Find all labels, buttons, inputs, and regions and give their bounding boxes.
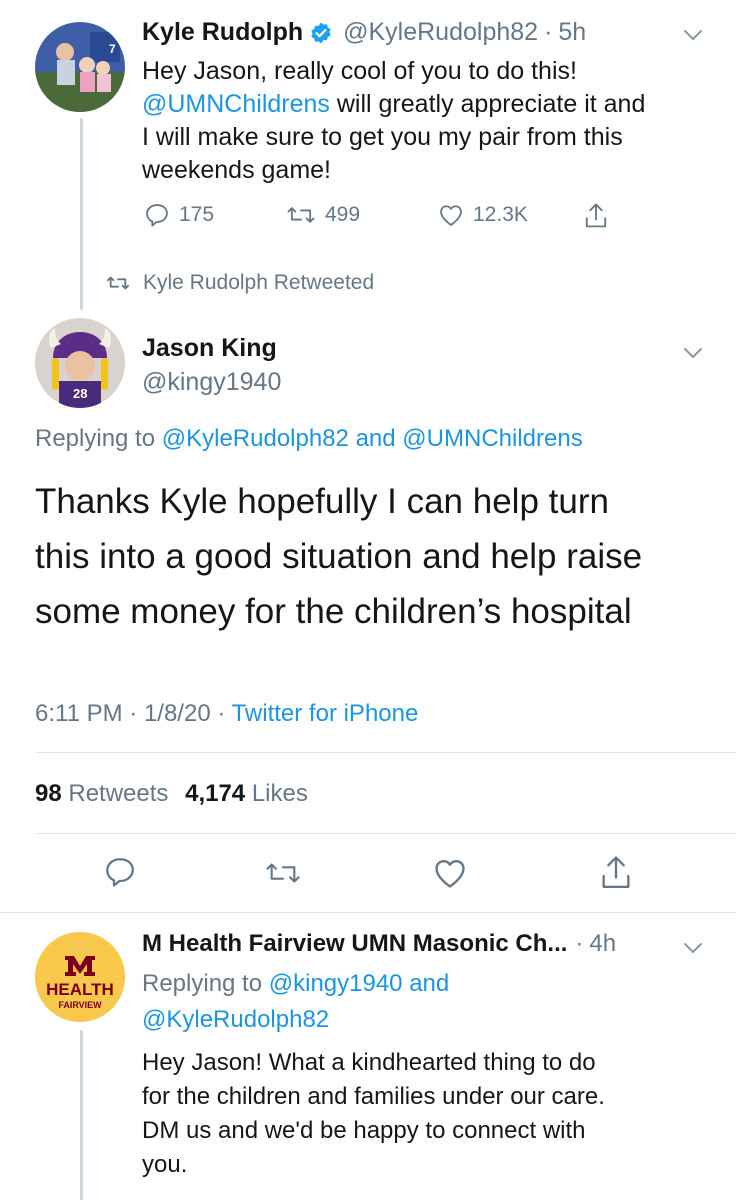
- thread-line-top: [80, 118, 83, 310]
- avatar-m-health-fairview[interactable]: HEALTH FAIRVIEW: [35, 932, 125, 1022]
- share-icon: [585, 203, 607, 228]
- tweet1-retweet-count: 499: [325, 203, 361, 226]
- meta-separator: ·: [210, 700, 232, 727]
- tweet1-text-line: Hey Jason, really cool of you to do this…: [142, 57, 577, 85]
- retweet-icon: [107, 276, 129, 290]
- tweet1-text-line: @UMNChildrens will greatly appreciate it…: [142, 88, 722, 121]
- reply-tweet-chevron-down-icon[interactable]: [680, 935, 706, 961]
- tweet1-handle[interactable]: @KyleRudolph82: [343, 18, 538, 47]
- likes-stat[interactable]: 4,174 Likes: [185, 780, 308, 807]
- meta-separator: ·: [122, 700, 144, 727]
- main-tweet-time: 6:11 PM: [35, 700, 123, 727]
- main-tweet-like-button[interactable]: [431, 854, 469, 892]
- retweet-icon: [266, 863, 300, 883]
- reply-tweet-text-line: you.: [142, 1151, 188, 1178]
- retweet-label: Retweets: [68, 780, 169, 807]
- avatar-kyle-rudolph[interactable]: 7: [35, 22, 125, 112]
- replying-line: @KyleRudolph82: [142, 1002, 449, 1038]
- like-count: 4,174: [185, 780, 246, 807]
- reply-tweet-text-line: for the children and families under our …: [142, 1083, 605, 1110]
- main-tweet-stats: 98 Retweets 4,174 Likes: [35, 780, 308, 808]
- main-tweet-handle[interactable]: @kingy1940: [142, 368, 281, 397]
- replying-and: and: [402, 970, 450, 997]
- avatar-jersey-badge: 7: [109, 42, 116, 56]
- logo-fairview-text: FAIRVIEW: [58, 1000, 102, 1010]
- main-tweet-text-line: some money for the children’s hospital: [35, 592, 632, 631]
- main-tweet-text-line: Thanks Kyle hopefully I can help turn: [35, 482, 609, 521]
- tweet1-like-count: 12.3K: [473, 203, 528, 226]
- avatar-photo-icon: [35, 22, 125, 112]
- share-icon: [602, 856, 630, 888]
- reply-tweet-header: M Health Fairview UMN Masonic Ch... · 4h: [142, 930, 616, 958]
- mention-link[interactable]: @kingy1940: [269, 970, 403, 997]
- main-tweet-author-name[interactable]: Jason King: [142, 334, 277, 363]
- mention-link[interactable]: @UMNChildrens: [402, 425, 582, 452]
- heart-icon: [435, 859, 465, 888]
- replying-and: and: [348, 425, 403, 452]
- main-tweet-body: Thanks Kyle hopefully I can help turn th…: [35, 474, 642, 639]
- main-tweet-retweet-button[interactable]: [263, 856, 303, 890]
- tweet-source-link[interactable]: Twitter for iPhone: [232, 700, 419, 727]
- reply-tweet-author-name[interactable]: M Health Fairview UMN Masonic Ch...: [142, 930, 567, 958]
- retweets-stat[interactable]: 98 Retweets: [35, 780, 168, 807]
- main-tweet-share-button[interactable]: [597, 853, 635, 893]
- logo-health-text: HEALTH: [46, 980, 114, 999]
- tweet1-body: Hey Jason, really cool of you to do this…: [142, 55, 722, 187]
- main-tweet-meta: 6:11 PM · 1/8/20 · Twitter for iPhone: [35, 700, 418, 728]
- retweeted-label: Kyle Rudolph Retweeted: [143, 271, 375, 294]
- reply-tweet-text-line: Hey Jason! What a kindhearted thing to d…: [142, 1049, 596, 1076]
- thread-line-bottom: [80, 1030, 83, 1200]
- mention-link[interactable]: @KyleRudolph82: [162, 425, 349, 452]
- reply-tweet-replying-to: Replying to @kingy1940 and @KyleRudolph8…: [142, 966, 449, 1038]
- main-tweet-date: 1/8/20: [143, 700, 211, 727]
- replying-line: Replying to @kingy1940 and: [142, 966, 449, 1002]
- tweet1-text-line: I will make sure to get you my pair from…: [142, 123, 623, 151]
- tweet1-retweet-button[interactable]: 499: [285, 201, 360, 229]
- reply-icon: [106, 858, 134, 887]
- tweet1-text-fragment: will greatly appreciate it and: [329, 90, 646, 118]
- tweet1-reply-button[interactable]: 175: [143, 201, 214, 229]
- main-tweet-replying-to: Replying to @KyleRudolph82 and @UMNChild…: [35, 425, 583, 453]
- retweet-icon: [287, 207, 315, 223]
- retweet-count: 98: [35, 780, 62, 807]
- avatar-jason-king[interactable]: 28: [35, 318, 125, 408]
- replying-prefix: Replying to: [35, 425, 162, 452]
- reply-tweet-text-line: DM us and we'd be happy to connect with: [142, 1117, 586, 1144]
- main-tweet-chevron-down-icon[interactable]: [680, 340, 706, 366]
- reply-tweet-timestamp[interactable]: 4h: [589, 930, 616, 958]
- tweet1-header: Kyle Rudolph @KyleRudolph82 · 5h: [142, 18, 586, 47]
- replying-prefix: Replying to: [142, 970, 269, 997]
- reply-icon: [146, 204, 168, 227]
- avatar-jersey-number: 28: [73, 386, 88, 401]
- reply-tweet-dot: ·: [575, 930, 584, 957]
- verified-badge-icon: [311, 22, 331, 43]
- divider: [35, 752, 736, 753]
- tweet1-like-button[interactable]: 12.3K: [437, 201, 528, 229]
- tweet1-author-name[interactable]: Kyle Rudolph: [142, 18, 303, 47]
- mention-link[interactable]: @KyleRudolph82: [142, 1006, 329, 1033]
- tweet1-reply-count: 175: [179, 203, 215, 226]
- tweet1-share-button[interactable]: [582, 201, 610, 231]
- tweet1-text-line: weekends game!: [142, 156, 332, 184]
- heart-icon: [440, 205, 462, 226]
- main-tweet-text-line: this into a good situation and help rais…: [35, 537, 643, 576]
- divider: [0, 912, 736, 913]
- reply-tweet-body: Hey Jason! What a kindhearted thing to d…: [142, 1046, 605, 1182]
- main-tweet-reply-button[interactable]: [102, 854, 138, 890]
- retweeted-banner[interactable]: Kyle Rudolph Retweeted: [105, 271, 374, 295]
- tweet1-timestamp[interactable]: 5h: [558, 18, 586, 47]
- mention-link[interactable]: @UMNChildrens: [142, 90, 330, 118]
- like-label: Likes: [251, 780, 308, 807]
- tweet1-chevron-down-icon[interactable]: [680, 22, 706, 48]
- divider: [35, 833, 736, 834]
- tweet1-dot: ·: [544, 18, 553, 46]
